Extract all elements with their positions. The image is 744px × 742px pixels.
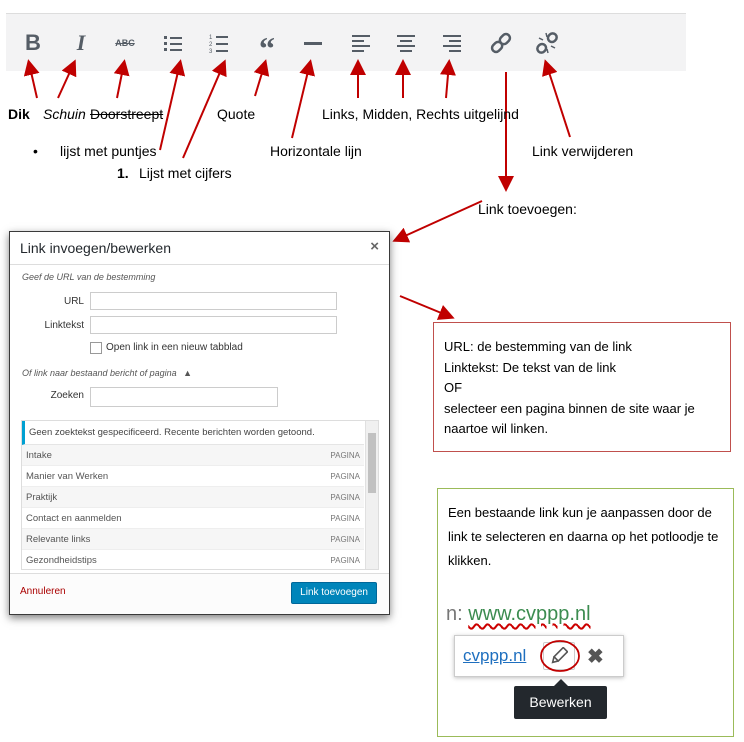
arrow-quote xyxy=(253,59,270,97)
result-row[interactable]: Gezondheidstips PAGINA xyxy=(22,550,364,569)
dialog-footer: Annuleren Link toevoegen xyxy=(10,573,389,614)
arrow-unlink xyxy=(542,59,571,138)
tooltip-arrow xyxy=(554,679,568,686)
arrow-italic xyxy=(57,59,77,99)
linktext-label: Linktekst xyxy=(44,320,84,331)
add-link-button[interactable]: Link toevoegen xyxy=(291,582,377,604)
url-in-text: n: www.cvppp.nl xyxy=(446,603,591,625)
arrow-align-right xyxy=(440,59,456,99)
caption-add-link: Link toevoegen: xyxy=(478,201,577,217)
url-value[interactable]: www.cvppp.nl xyxy=(468,603,590,625)
scroll-thumb[interactable] xyxy=(368,433,376,493)
link-fields-explanation: URL: de bestemming van de link Linktekst… xyxy=(433,322,731,452)
linktext-input[interactable] xyxy=(90,316,337,334)
result-row[interactable]: Intake PAGINA xyxy=(22,445,364,466)
new-tab-checkbox[interactable] xyxy=(90,342,102,354)
info-line: OF xyxy=(444,380,463,395)
close-icon[interactable]: × xyxy=(370,238,379,255)
dialog-header: Link invoegen/bewerken × xyxy=(10,232,389,265)
results-list: Geen zoektekst gespecificeerd. Recente b… xyxy=(21,420,379,570)
search-input[interactable] xyxy=(90,387,278,407)
result-row[interactable]: Relevante links PAGINA xyxy=(22,529,364,550)
url-label: URL xyxy=(63,296,84,307)
caption-unlink: Link verwijderen xyxy=(532,143,634,159)
info-line: URL: de bestemming van de link xyxy=(444,339,632,354)
caption-bold: Dik xyxy=(8,106,30,122)
remove-link-icon[interactable]: ✖ xyxy=(587,644,604,669)
info-line: selecteer een pagina binnen de site waar… xyxy=(444,400,695,416)
caption-strikethrough: Doorstreept xyxy=(90,106,164,122)
link-dialog: Link invoegen/bewerken × Geef de URL van… xyxy=(9,231,390,615)
cancel-link[interactable]: Annuleren xyxy=(20,586,66,597)
bullet-dot: • xyxy=(33,143,38,159)
arrow-to-dialog xyxy=(392,200,483,243)
link-popup: cvppp.nl ✖ xyxy=(454,635,624,677)
existing-content-label[interactable]: Of link naar bestaand bericht of pagina … xyxy=(22,368,192,378)
arrow-bold xyxy=(23,59,40,99)
info-line: Linktekst: De tekst van de link xyxy=(444,359,616,375)
edit-tooltip: Bewerken xyxy=(514,686,607,719)
edit-link-explanation: Een bestaande link kun je aanpassen door… xyxy=(437,488,734,737)
result-row[interactable]: Manier van Werken PAGINA xyxy=(22,466,364,487)
caption-bullet-list: lijst met puntjes xyxy=(60,143,157,159)
result-row[interactable]: Praktijk PAGINA xyxy=(22,487,364,508)
arrow-to-infobox xyxy=(399,295,455,320)
url-hint: Geef de URL van de bestemming xyxy=(22,272,156,282)
results-scrollbar[interactable] xyxy=(365,421,378,569)
dialog-title: Link invoegen/bewerken xyxy=(20,240,171,256)
search-label: Zoeken xyxy=(50,390,84,401)
toggle-arrow-icon: ▲ xyxy=(183,368,193,378)
caption-quote: Quote xyxy=(217,106,256,122)
arrow-strike xyxy=(113,59,130,99)
info-line: naartoe wil linken. xyxy=(444,421,549,436)
caption-alignment: Links, Midden, Rechts uitgelijnd xyxy=(322,106,519,122)
results-notice: Geen zoektekst gespecificeerd. Recente b… xyxy=(22,421,364,445)
caption-number-prefix: 1. xyxy=(117,165,129,181)
popup-link[interactable]: cvppp.nl xyxy=(463,646,526,666)
highlight-circle xyxy=(540,640,580,672)
result-row[interactable]: Contact en aanmelden PAGINA xyxy=(22,508,364,529)
edit-instructions: Een bestaande link kun je aanpassen door… xyxy=(448,505,719,568)
caption-numbered-list: Lijst met cijfers xyxy=(139,165,232,181)
caption-italic: Schuin xyxy=(43,106,86,122)
url-input[interactable] xyxy=(90,292,337,310)
new-tab-label: Open link in een nieuw tabblad xyxy=(106,342,243,353)
caption-horizontal-line: Horizontale lijn xyxy=(270,143,362,159)
arrow-hr xyxy=(291,59,315,139)
